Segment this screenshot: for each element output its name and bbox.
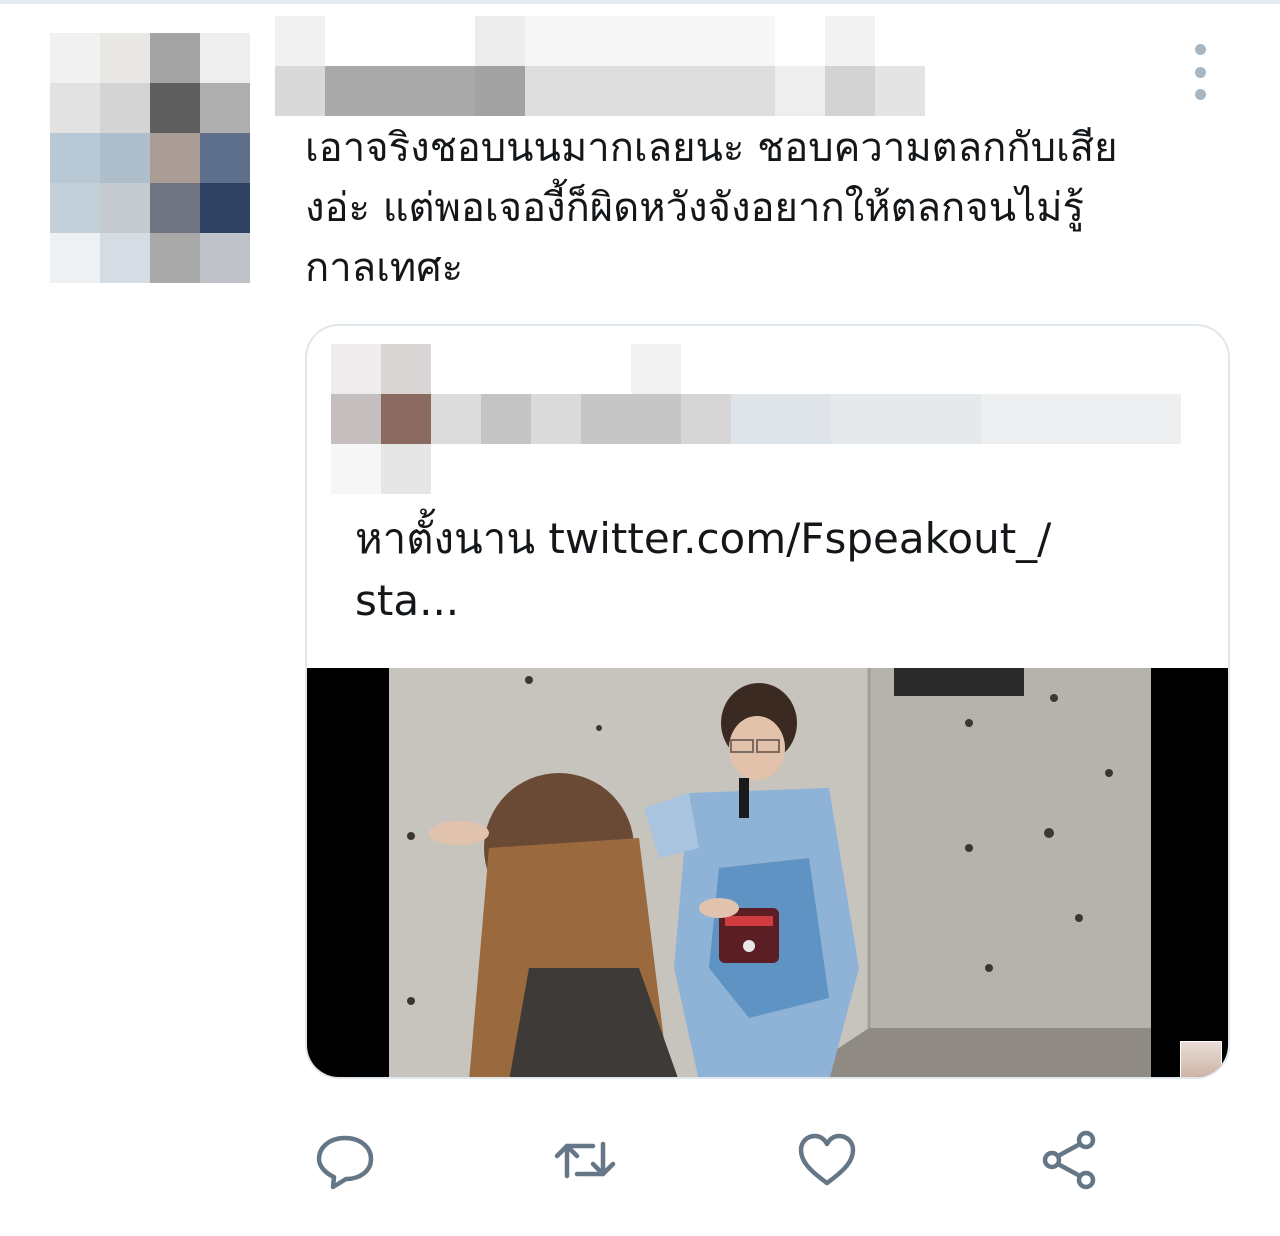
reply-button[interactable] [305, 1125, 385, 1195]
vertical-ellipsis-icon [1194, 44, 1206, 55]
share-button[interactable] [1030, 1125, 1110, 1195]
quoted-tweet-card[interactable]: หาตั้งนาน twitter.com/Fspeakout_/ sta... [305, 324, 1230, 1079]
top-divider [0, 0, 1280, 4]
vertical-ellipsis-icon [1194, 66, 1206, 78]
video-scene-illustration [389, 668, 1151, 1077]
tweet-text-line-3: กาลเทศะ [305, 245, 464, 291]
quoted-tweet-text: หาตั้งนาน twitter.com/Fspeakout_/ sta... [355, 508, 1175, 632]
like-button[interactable] [787, 1125, 867, 1195]
video-frame [389, 668, 1151, 1077]
retweet-icon [554, 1141, 616, 1179]
tweet-text-line-1: เอาจริงชอบนนมากเลยนะ ชอบความตลกกับเสีย [305, 125, 1118, 171]
heart-icon [798, 1133, 856, 1186]
video-thumbnail[interactable] [1180, 1041, 1222, 1077]
author-name[interactable] [275, 16, 925, 116]
avatar[interactable] [50, 33, 265, 283]
retweet-button[interactable] [545, 1125, 625, 1195]
quoted-author-name [331, 344, 1181, 494]
vertical-ellipsis-icon [1194, 89, 1206, 100]
tweet-text-line-2: งอ่ะ แต่พอเจองี้ก็ผิดหวังจังอยากให้ตลกจน… [305, 185, 1085, 231]
quoted-link[interactable]: twitter.com/Fspeakout_/ [548, 514, 1051, 563]
tweet-actions [305, 1125, 1125, 1195]
more-options-button[interactable] [1186, 44, 1214, 100]
quoted-text-prefix: หาตั้งนาน [355, 514, 549, 563]
quoted-media-video[interactable] [307, 668, 1228, 1077]
share-nodes-icon [1042, 1130, 1096, 1190]
quoted-link-continued[interactable]: sta... [355, 576, 459, 625]
tweet-page: เอาจริงชอบนนมากเลยนะ ชอบความตลกกับเสีย ง… [0, 0, 1280, 1236]
speech-bubble-icon [316, 1135, 374, 1190]
tweet-text: เอาจริงชอบนนมากเลยนะ ชอบความตลกกับเสีย ง… [305, 118, 1205, 298]
